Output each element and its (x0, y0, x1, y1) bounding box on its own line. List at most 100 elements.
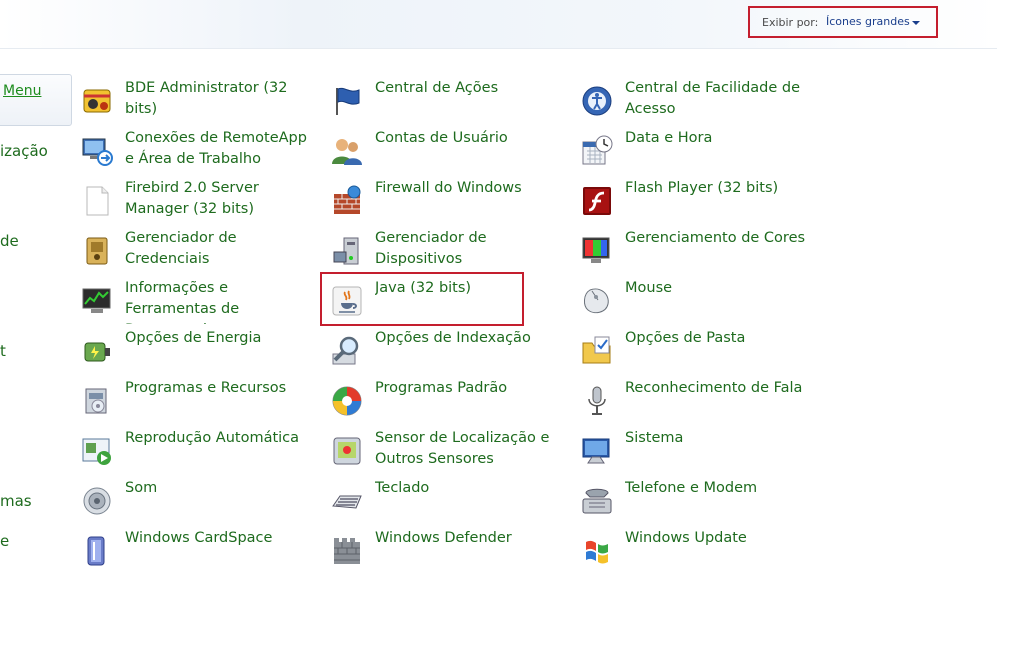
control-panel-item[interactable]: Central de Facilidade de Acesso (580, 78, 816, 124)
flash-player-icon (580, 184, 614, 218)
control-panel-item[interactable]: Reprodução Automática (80, 428, 316, 474)
control-panel-item[interactable]: BDE Administrator (32 bits) (80, 78, 316, 124)
control-panel-item[interactable]: Gerenciador de Credenciais (80, 228, 316, 274)
sidebar-fragment[interactable]: ização (0, 142, 48, 160)
mouse-icon (580, 284, 614, 318)
control-panel-item[interactable]: Programas Padrão (330, 378, 566, 424)
indexing-options-icon (330, 334, 364, 368)
control-panel-item[interactable]: Central de Ações (330, 78, 566, 124)
view-by-label: Exibir por: (762, 16, 819, 29)
control-panel-item-label: Sistema (625, 430, 684, 446)
control-panel-item[interactable]: Flash Player (32 bits) (580, 178, 816, 224)
sidebar-menu-link[interactable]: Menu (3, 83, 41, 99)
control-panel-item[interactable]: Telefone e Modem (580, 478, 816, 524)
control-panel-item-label: Telefone e Modem (625, 480, 758, 496)
default-programs-icon (330, 384, 364, 418)
location-sensor-icon (330, 434, 364, 468)
sidebar-fragment[interactable]: e (0, 532, 9, 550)
control-panel-item-label: Central de Ações (375, 80, 499, 96)
control-panel-item[interactable]: Teclado (330, 478, 566, 524)
control-panel-item-label: Opções de Energia (125, 330, 262, 346)
control-panel-item[interactable]: Programas e Recursos (80, 378, 316, 424)
defender-icon (330, 534, 364, 568)
date-time-icon (580, 134, 614, 168)
control-panel-item-label: Gerenciador de Credenciais (125, 230, 237, 267)
control-panel-item-label: Gerenciador de Dispositivos (375, 230, 487, 267)
control-panel-item[interactable]: Data e Hora (580, 128, 816, 174)
view-by-highlight: Exibir por: Ícones grandes (748, 6, 938, 38)
control-panel-item-label: Teclado (375, 480, 430, 496)
microphone-icon (580, 384, 614, 418)
bde-administrator-icon (80, 84, 114, 118)
control-panel-item-label: Programas e Recursos (125, 380, 287, 396)
system-icon (580, 434, 614, 468)
windows-update-icon (580, 534, 614, 568)
control-panel-item[interactable]: Firebird 2.0 Server Manager (32 bits) (80, 178, 316, 224)
action-center-flag-icon (330, 84, 364, 118)
control-panel-item-label: Flash Player (32 bits) (625, 180, 779, 196)
control-panel-item-label: Reprodução Automática (125, 430, 300, 446)
control-panel-item[interactable]: Sistema (580, 428, 816, 474)
control-panel-item-label: BDE Administrator (32 bits) (125, 80, 288, 117)
performance-icon (80, 284, 114, 318)
control-panel-item-label: Sensor de Localização e Outros Sensores (375, 430, 550, 467)
sidebar-menu-box: Menu (0, 74, 72, 126)
view-by-dropdown[interactable]: Ícones grandes (826, 15, 910, 28)
control-panel-item-label: Conexões de RemoteApp e Área de Trabalho (125, 130, 307, 167)
firebird-document-icon (80, 184, 114, 218)
control-panel-item[interactable]: Windows Defender (330, 528, 566, 574)
control-panel-item[interactable]: Reconhecimento de Fala (580, 378, 816, 424)
control-panel-item[interactable]: Sensor de Localização e Outros Sensores (330, 428, 566, 474)
control-panel-item[interactable]: Gerenciador de Dispositivos (330, 228, 566, 274)
control-panel-item-label: Data e Hora (625, 130, 713, 146)
credential-manager-icon (80, 234, 114, 268)
autoplay-icon (80, 434, 114, 468)
cardspace-icon (80, 534, 114, 568)
control-panel-item-label: Contas de Usuário (375, 130, 508, 146)
control-panel-item[interactable]: Opções de Energia (80, 328, 316, 374)
control-panel-item[interactable]: Windows CardSpace (80, 528, 316, 574)
control-panel-item[interactable]: Mouse (580, 278, 816, 324)
control-panel-item[interactable]: Gerenciamento de Cores (580, 228, 816, 274)
sidebar-fragment[interactable]: mas (0, 492, 32, 510)
keyboard-icon (330, 484, 364, 518)
power-options-icon (80, 334, 114, 368)
sidebar-fragment[interactable]: t (0, 342, 6, 360)
phone-modem-icon (580, 484, 614, 518)
top-toolbar: Exibir por: Ícones grandes (0, 0, 997, 49)
programs-features-icon (80, 384, 114, 418)
control-panel-item-label: Windows Update (625, 530, 747, 546)
device-manager-icon (330, 234, 364, 268)
control-panel-item[interactable]: Informações e Ferramentas de Desempenho (80, 278, 316, 324)
control-panel-item-label: Firewall do Windows (375, 180, 522, 196)
control-panel-item-label: Informações e Ferramentas de Desempenho (125, 280, 240, 324)
color-management-icon (580, 234, 614, 268)
control-panel-item[interactable]: Opções de Indexação (330, 328, 566, 374)
control-panel-item[interactable]: Contas de Usuário (330, 128, 566, 174)
control-panel-item[interactable]: Conexões de RemoteApp e Área de Trabalho (80, 128, 316, 174)
speaker-icon (80, 484, 114, 518)
control-panel-item-label: Central de Facilidade de Acesso (625, 80, 801, 117)
firewall-icon (330, 184, 364, 218)
control-panel-item-label: Som (125, 480, 158, 496)
ease-of-access-icon (580, 84, 614, 118)
control-panel-item[interactable]: Som (80, 478, 316, 524)
remoteapp-icon (80, 134, 114, 168)
control-panel-item-label: Mouse (625, 280, 673, 296)
control-panel-item-label: Gerenciamento de Cores (625, 230, 806, 246)
control-panel-item[interactable]: Opções de Pasta (580, 328, 816, 374)
control-panel-item[interactable]: Firewall do Windows (330, 178, 566, 224)
java-highlight (320, 272, 524, 326)
folder-options-icon (580, 334, 614, 368)
control-panel-item-label: Reconhecimento de Fala (625, 380, 803, 396)
control-panel-item-label: Opções de Indexação (375, 330, 531, 346)
control-panel-item-label: Firebird 2.0 Server Manager (32 bits) (125, 180, 259, 217)
sidebar-fragment[interactable]: de (0, 232, 19, 250)
chevron-down-icon[interactable] (912, 21, 920, 25)
user-accounts-icon (330, 134, 364, 168)
control-panel-item-label: Windows Defender (375, 530, 512, 546)
control-panel-item-label: Opções de Pasta (625, 330, 746, 346)
control-panel-item-label: Programas Padrão (375, 380, 508, 396)
control-panel-item-label: Windows CardSpace (125, 530, 273, 546)
control-panel-item[interactable]: Windows Update (580, 528, 816, 574)
